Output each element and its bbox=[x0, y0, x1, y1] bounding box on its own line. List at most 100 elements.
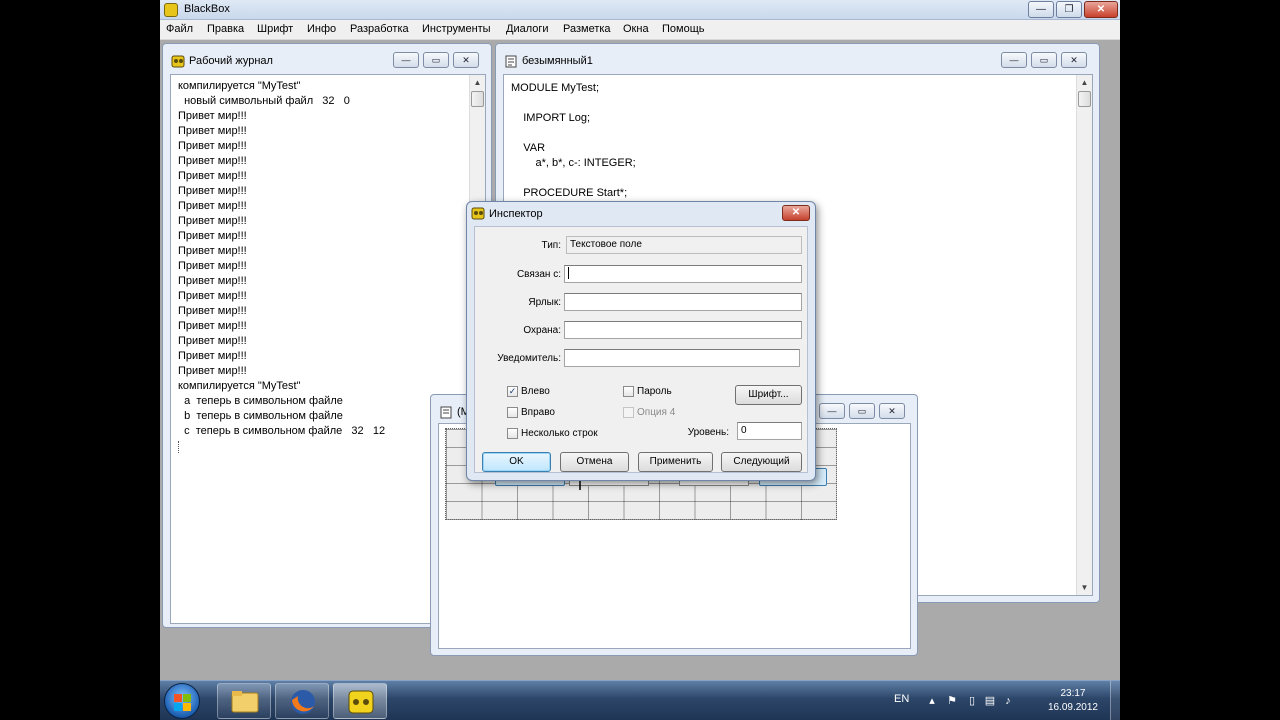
editor-vertical-scrollbar[interactable]: ▲ ▼ bbox=[1076, 75, 1092, 595]
clock[interactable]: 23:17 16.09.2012 bbox=[1048, 687, 1098, 715]
network-icon[interactable]: ▤ bbox=[984, 695, 996, 707]
action-center-icon[interactable]: ⚑ bbox=[946, 695, 958, 707]
minimize-icon: — bbox=[1036, 4, 1046, 15]
inspector-close-button[interactable]: ✕ bbox=[782, 205, 810, 221]
link-label: Связан с: bbox=[516, 269, 561, 280]
device-icon[interactable]: ▯ bbox=[966, 695, 978, 707]
font-button[interactable]: Шрифт... bbox=[735, 385, 802, 405]
code-line: PROCEDURE Start*; bbox=[511, 187, 628, 199]
option4-checkbox bbox=[623, 407, 634, 418]
blackbox-app-icon bbox=[164, 3, 178, 17]
log-line: Привет мир!!! bbox=[178, 260, 247, 272]
maximize-button[interactable]: ❐ bbox=[1056, 1, 1082, 18]
taskbar-explorer[interactable] bbox=[217, 683, 271, 719]
next-button[interactable]: Следующий bbox=[721, 452, 802, 472]
right-checkbox[interactable] bbox=[507, 407, 518, 418]
maximize-icon: ▭ bbox=[857, 406, 867, 416]
editor-maximize-button[interactable]: ▭ bbox=[1031, 52, 1057, 68]
close-icon: ✕ bbox=[791, 207, 801, 218]
scroll-thumb[interactable] bbox=[471, 91, 484, 107]
windows-logo-icon bbox=[183, 694, 191, 702]
log-line: Привет мир!!! bbox=[178, 110, 247, 122]
log-line: Привет мир!!! bbox=[178, 140, 247, 152]
menu-font[interactable]: Шрифт bbox=[257, 23, 293, 35]
scroll-down-icon[interactable]: ▼ bbox=[1077, 580, 1092, 595]
menu-info[interactable]: Инфо bbox=[307, 23, 336, 35]
log-close-button[interactable]: ✕ bbox=[453, 52, 479, 68]
menu-dev[interactable]: Разработка bbox=[350, 23, 409, 35]
close-icon: ✕ bbox=[462, 55, 470, 65]
left-checkbox[interactable]: ✓ bbox=[507, 386, 518, 397]
menu-dialogs[interactable]: Диалоги bbox=[506, 23, 549, 35]
form-close-button[interactable]: ✕ bbox=[879, 403, 905, 419]
log-line: Привет мир!!! bbox=[178, 185, 247, 197]
volume-icon[interactable]: ♪ bbox=[1002, 695, 1014, 707]
password-checkbox-label: Пароль bbox=[637, 386, 672, 397]
menu-file[interactable]: Файл bbox=[166, 23, 193, 35]
log-line: Привет мир!!! bbox=[178, 305, 247, 317]
password-checkbox[interactable] bbox=[623, 386, 634, 397]
menu-edit[interactable]: Правка bbox=[207, 23, 244, 35]
minimize-button[interactable]: — bbox=[1028, 1, 1054, 18]
link-input[interactable] bbox=[564, 265, 802, 283]
close-icon: ✕ bbox=[1070, 55, 1078, 65]
clock-date: 16.09.2012 bbox=[1047, 702, 1098, 713]
folder-icon bbox=[231, 691, 259, 713]
log-maximize-button[interactable]: ▭ bbox=[423, 52, 449, 68]
inspector-dialog[interactable]: Инспектор ✕ Тип: Текстовое поле Связан с… bbox=[466, 201, 816, 481]
form-maximize-button[interactable]: ▭ bbox=[849, 403, 875, 419]
app-titlebar[interactable]: BlackBox — ❐ ✕ bbox=[160, 0, 1120, 20]
menu-tools[interactable]: Инструменты bbox=[422, 23, 491, 35]
log-line: Привет мир!!! bbox=[178, 335, 247, 347]
blackbox-doc-icon bbox=[171, 55, 185, 68]
label-label: Ярлык: bbox=[528, 297, 561, 308]
log-line: Привет мир!!! bbox=[178, 200, 247, 212]
menu-bar: Файл Правка Шрифт Инфо Разработка Инстру… bbox=[160, 20, 1120, 40]
show-desktop-button[interactable] bbox=[1110, 681, 1120, 720]
start-button[interactable] bbox=[164, 683, 200, 719]
language-indicator[interactable]: EN bbox=[894, 693, 909, 705]
close-button[interactable]: ✕ bbox=[1084, 1, 1118, 18]
apply-button[interactable]: Применить bbox=[638, 452, 713, 472]
notifier-label: Уведомитель: bbox=[497, 353, 561, 364]
log-line: Привет мир!!! bbox=[178, 320, 247, 332]
scroll-thumb[interactable] bbox=[1078, 91, 1091, 107]
label-input[interactable] bbox=[564, 293, 802, 311]
type-label: Тип: bbox=[541, 240, 561, 251]
log-minimize-button[interactable]: — bbox=[393, 52, 419, 68]
log-line: Привет мир!!! bbox=[178, 170, 247, 182]
maximize-icon: ▭ bbox=[1039, 55, 1049, 65]
level-input[interactable]: 0 bbox=[737, 422, 802, 440]
notifier-input[interactable] bbox=[564, 349, 800, 367]
ok-button[interactable]: OK bbox=[482, 452, 551, 472]
cancel-button[interactable]: Отмена bbox=[560, 452, 629, 472]
level-label: Уровень: bbox=[687, 427, 729, 438]
log-line: Привет мир!!! bbox=[178, 365, 247, 377]
editor-minimize-button[interactable]: — bbox=[1001, 52, 1027, 68]
restore-icon: ❐ bbox=[1064, 4, 1074, 15]
log-line: новый символьный файл 32 0 bbox=[178, 95, 350, 107]
checkmark-icon: ✓ bbox=[508, 386, 517, 396]
menu-windows[interactable]: Окна bbox=[623, 23, 649, 35]
text-caret bbox=[568, 267, 569, 280]
code-line: MODULE MyTest; bbox=[511, 82, 600, 94]
firefox-icon bbox=[291, 690, 315, 714]
menu-help[interactable]: Помощь bbox=[662, 23, 705, 35]
scroll-up-icon[interactable]: ▲ bbox=[1077, 75, 1092, 90]
editor-close-button[interactable]: ✕ bbox=[1061, 52, 1087, 68]
log-line: b теперь в символьном файле bbox=[178, 410, 343, 422]
taskbar-firefox[interactable] bbox=[275, 683, 329, 719]
app-title: BlackBox bbox=[184, 3, 230, 15]
tray-expand-icon[interactable]: ▴ bbox=[926, 695, 938, 707]
minimize-icon: — bbox=[1009, 55, 1019, 65]
scroll-up-icon[interactable]: ▲ bbox=[470, 75, 485, 90]
form-minimize-button[interactable]: — bbox=[819, 403, 845, 419]
windows-logo-icon bbox=[174, 703, 182, 711]
multiline-checkbox[interactable] bbox=[507, 428, 518, 439]
guard-input[interactable] bbox=[564, 321, 802, 339]
log-line: Привет мир!!! bbox=[178, 275, 247, 287]
taskbar-blackbox[interactable] bbox=[333, 683, 387, 719]
log-line: Привет мир!!! bbox=[178, 230, 247, 242]
menu-layout[interactable]: Разметка bbox=[563, 23, 611, 35]
right-checkbox-label: Вправо bbox=[521, 407, 555, 418]
